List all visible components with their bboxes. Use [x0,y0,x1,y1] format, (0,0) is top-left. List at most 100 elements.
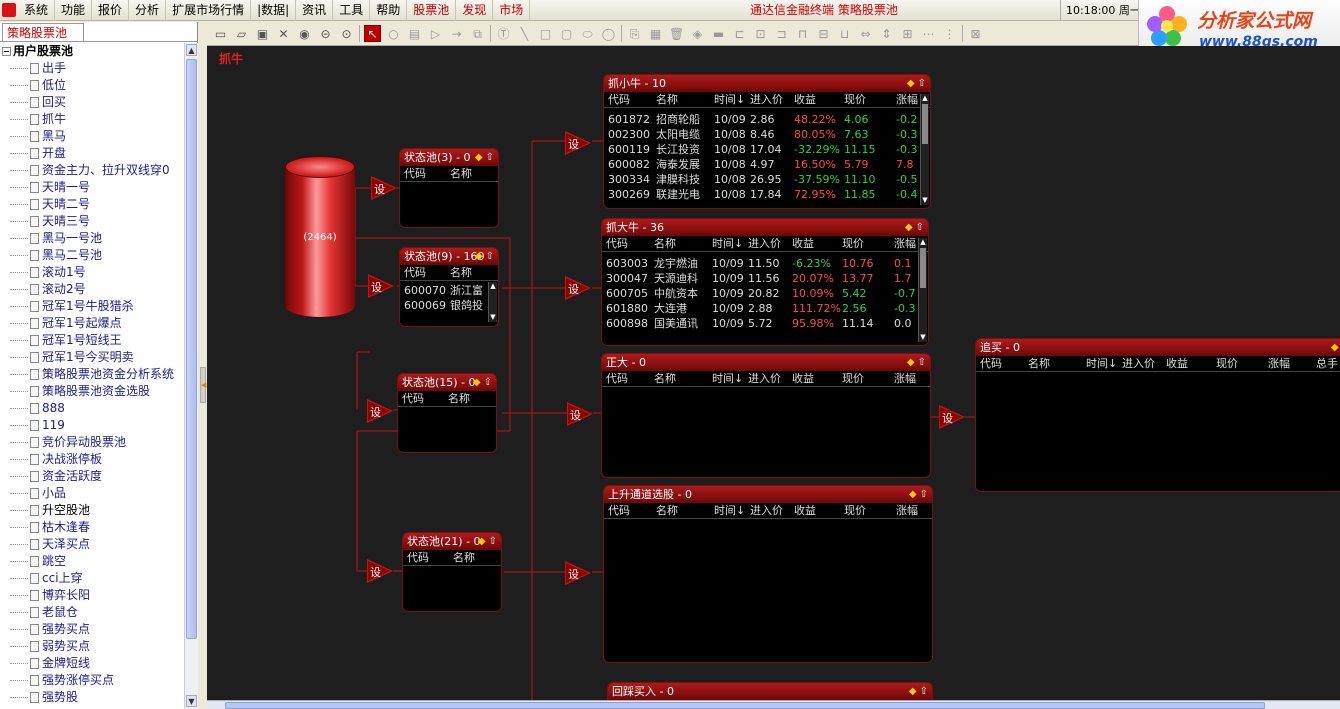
new-file-icon[interactable]: ▭ [212,25,229,42]
set-button[interactable]: 设 [565,131,593,155]
column-header[interactable]: 时间↓ [714,503,745,519]
tree-item[interactable]: 资金活跃度 [0,468,174,485]
column-header[interactable]: 收益 [792,236,814,252]
set-button[interactable]: 设 [367,399,395,423]
tree-item[interactable]: 金牌短线 [0,655,174,672]
tree-item[interactable]: 资金主力、拉升双线穿0 [0,162,174,179]
tree-item[interactable]: 升空股池 [0,502,174,519]
scroll-up-icon[interactable]: ▲ [489,282,497,291]
column-header[interactable]: 涨幅 [896,92,918,108]
menu-item[interactable]: 分析 [129,0,167,21]
collapse-up-icon[interactable]: ⇧ [918,78,926,89]
table-row[interactable]: 600898 国美通讯 10/09 5.72 95.98% 11.14 0.0 [602,316,928,331]
menu-item[interactable]: 扩展市场行情 [166,0,252,21]
tree-item[interactable]: 天晴二号 [0,196,174,213]
column-header[interactable]: 名称 [654,236,676,252]
column-header[interactable]: 代码 [980,356,1002,372]
column-header[interactable]: 收益 [792,371,814,387]
table-row[interactable]: 600069 银鸽投 [400,298,498,313]
stop-icon[interactable]: ⊙ [338,25,355,42]
menu-item[interactable]: 发现 [456,0,494,21]
menu-item[interactable]: 帮助 [370,0,408,21]
diamond-icon[interactable]: ◆ [907,78,915,89]
paste-icon[interactable]: ▦ [647,25,664,42]
diamond-icon[interactable]: ◆ [909,686,917,697]
tree-item[interactable]: 黑马 [0,128,174,145]
scroll-up-icon[interactable]: ▲ [921,94,929,103]
column-header[interactable]: 涨幅 [896,503,918,519]
result-pool[interactable]: 抓小牛 - 10 ◆ ⇧ 代码 名称 时间↓ 进入价 收益 现价 涨幅 601872 招商轮船 10/0… [603,74,931,209]
diamond-icon[interactable]: ◆ [909,489,917,500]
fill-icon[interactable]: ◈ [689,25,706,42]
tree-item[interactable]: 策略股票池资金选股 [0,383,174,400]
column-header[interactable]: 收益 [794,503,816,519]
column-header[interactable]: 名称 [453,550,475,566]
tree-item[interactable]: 弱势买点 [0,638,174,655]
align-bottom-icon[interactable]: ⊔ [836,25,853,42]
column-header[interactable]: 进入价 [1122,356,1155,372]
scroll-up-icon[interactable]: ▲ [919,238,927,247]
open-folder-icon[interactable]: ▱ [233,25,250,42]
play-icon[interactable]: ◉ [296,25,313,42]
flow-canvas[interactable]: 抓牛 (2464) 设 设 设 设 设 设 设 设 设 状态池(3) - 0 ◆… [207,46,1340,700]
status-pool[interactable]: 状态池(15) - 0 ◆ ⇧ 代码 名称 [397,373,497,453]
column-header[interactable]: 代码 [402,391,424,407]
table-row[interactable]: 300269 联建光电 10/08 17.84 72.95% 11.85 -0.4 [604,187,930,202]
tree-item[interactable]: 强势股 [0,689,174,706]
column-header[interactable]: 时间↓ [712,236,743,252]
result-pool[interactable]: 正大 - 0 ◆ ⇧ 代码 名称 时间↓ 进入价 收益 现价 涨幅 [601,353,931,478]
pool-scrollbar[interactable]: ▲ ▼ [920,94,929,205]
save-icon[interactable]: ▣ [254,25,271,42]
column-header[interactable]: 现价 [842,236,864,252]
tree-item[interactable]: 低位 [0,77,174,94]
scroll-down-icon[interactable]: ▼ [919,333,927,342]
space-h-icon[interactable]: ⋯ [920,25,937,42]
tree-item[interactable]: 黑马一号池 [0,230,174,247]
same-size-icon[interactable]: ⊞ [899,25,916,42]
column-header[interactable]: 总手 [1316,356,1338,372]
column-header[interactable]: 代码 [404,166,426,182]
canvas-horizontal-scrollbar[interactable] [207,700,1340,709]
space-v-icon[interactable]: ⋮ [941,25,958,42]
collapse-up-icon[interactable]: ⇧ [489,536,497,547]
doc-tool-icon[interactable]: ▤ [406,25,423,42]
oval-tool-icon[interactable]: ◯ [600,25,617,42]
result-pool[interactable]: 上升通道选股 - 0 ◆ ⇧ 代码 名称 时间↓ 进入价 收益 现价 涨幅 [603,485,933,663]
tree-item[interactable]: 天泽买点 [0,536,174,553]
tree-item[interactable]: 竞价异动股票池 [0,434,174,451]
tree-item[interactable]: 老鼠仓 [0,604,174,621]
table-row[interactable]: 600119 长江投资 10/08 17.04 -32.29% 11.15 -0.3 [604,142,930,157]
align-top-icon[interactable]: ⊓ [794,25,811,42]
column-header[interactable]: 时间↓ [1086,356,1117,372]
scroll-up-icon[interactable]: ▲ [186,44,197,56]
tree-item[interactable]: 黑马二号池 [0,247,174,264]
status-pool[interactable]: 状态池(3) - 0 ◆ ⇧ 代码 名称 [399,148,499,228]
table-row[interactable]: 300334 津膜科技 10/08 26.95 -37.59% 11.10 -0.5 [604,172,930,187]
collapse-up-icon[interactable]: ⇧ [486,251,494,262]
collapse-up-icon[interactable]: ⇧ [916,222,924,233]
trash-icon[interactable]: 🗑 [668,25,685,42]
tree-item[interactable]: 滚动1号 [0,264,174,281]
tree-item[interactable]: 抓牛 [0,111,174,128]
status-pool[interactable]: 状态池(21) - 0 ◆ ⇧ 代码 名称 [402,532,502,612]
menu-item[interactable]: 功能 [55,0,93,21]
pool-scrollbar[interactable]: ▲ ▼ [918,238,927,342]
splitter-grip-icon[interactable]: ◀ [200,367,206,403]
tree-item[interactable]: 跳空 [0,553,174,570]
menu-item[interactable]: 系统 [18,0,56,21]
link-tool-icon[interactable]: ⧉ [469,25,486,42]
column-header[interactable]: 代码 [606,236,628,252]
arrow-tool-icon[interactable]: → [448,25,465,42]
tree-item[interactable]: 出手 [0,60,174,77]
result-pool[interactable]: 追买 - 0◆⇧代码名称时间↓进入价收益现价涨幅总手 [975,338,1340,492]
tree-item[interactable]: 滚动2号 [0,281,174,298]
column-header[interactable]: 名称 [450,166,472,182]
scroll-thumb[interactable] [920,248,926,288]
tree-item[interactable]: 回买 [0,94,174,111]
tree-item[interactable]: 冠军1号今买明卖 [0,349,174,366]
scroll-thumb[interactable] [186,59,197,639]
pool-scrollbar[interactable]: ▲ ▼ [488,282,497,322]
tree-item[interactable]: 小品 [0,485,174,502]
column-header[interactable]: 代码 [404,265,426,281]
menu-item[interactable]: 市场 [493,0,531,21]
